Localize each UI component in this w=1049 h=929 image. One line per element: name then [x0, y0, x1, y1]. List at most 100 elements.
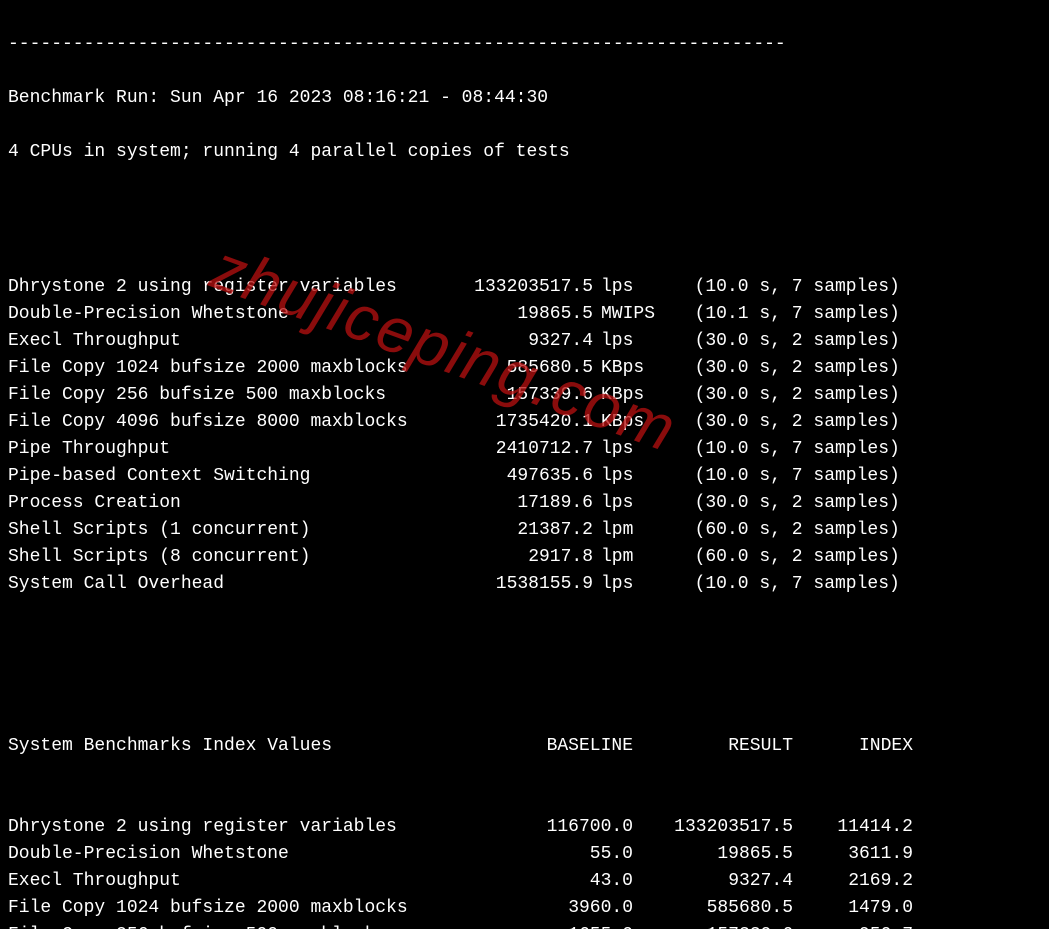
result-name: Double-Precision Whetstone [8, 301, 443, 328]
result-samples: 2 samples) [781, 382, 900, 409]
result-name: Pipe-based Context Switching [8, 463, 443, 490]
benchmark-run-line: Benchmark Run: Sun Apr 16 2023 08:16:21 … [8, 85, 1041, 112]
index-index: 2169.2 [793, 868, 913, 895]
result-samples: 2 samples) [781, 517, 900, 544]
terminal-output: ----------------------------------------… [0, 0, 1049, 929]
index-row: File Copy 1024 bufsize 2000 maxblocks396… [8, 895, 1041, 922]
result-value: 157339.6 [443, 382, 593, 409]
result-samples: 2 samples) [781, 544, 900, 571]
result-row: Process Creation17189.6lps(30.0 s, 2 sam… [8, 490, 1041, 517]
index-row: Double-Precision Whetstone55.019865.5361… [8, 841, 1041, 868]
index-block: Dhrystone 2 using register variables1167… [8, 814, 1041, 929]
result-row: Pipe Throughput2410712.7lps(10.0 s, 7 sa… [8, 436, 1041, 463]
result-timing: (10.1 s, [661, 301, 781, 328]
index-header-index: INDEX [793, 733, 913, 760]
result-samples: 7 samples) [781, 301, 900, 328]
result-timing: (10.0 s, [661, 436, 781, 463]
result-value: 2917.8 [443, 544, 593, 571]
result-name: Process Creation [8, 490, 443, 517]
index-result: 585680.5 [633, 895, 793, 922]
result-timing: (30.0 s, [661, 409, 781, 436]
index-baseline: 1655.0 [468, 922, 633, 929]
result-unit: lps [593, 436, 661, 463]
result-value: 2410712.7 [443, 436, 593, 463]
result-samples: 2 samples) [781, 490, 900, 517]
index-result: 19865.5 [633, 841, 793, 868]
result-row: File Copy 1024 bufsize 2000 maxblocks585… [8, 355, 1041, 382]
blank-line [8, 652, 1041, 679]
result-samples: 2 samples) [781, 409, 900, 436]
result-timing: (30.0 s, [661, 328, 781, 355]
cpu-info-line: 4 CPUs in system; running 4 parallel cop… [8, 139, 1041, 166]
result-value: 133203517.5 [443, 274, 593, 301]
result-unit: lps [593, 274, 661, 301]
index-row: File Copy 256 bufsize 500 maxblocks1655.… [8, 922, 1041, 929]
result-row: Dhrystone 2 using register variables1332… [8, 274, 1041, 301]
result-samples: 2 samples) [781, 328, 900, 355]
index-header-baseline: BASELINE [468, 733, 633, 760]
result-row: Shell Scripts (8 concurrent)2917.8lpm(60… [8, 544, 1041, 571]
result-unit: KBps [593, 409, 661, 436]
index-baseline: 43.0 [468, 868, 633, 895]
index-name: File Copy 1024 bufsize 2000 maxblocks [8, 895, 468, 922]
result-timing: (10.0 s, [661, 571, 781, 598]
result-name: File Copy 256 bufsize 500 maxblocks [8, 382, 443, 409]
result-unit: lps [593, 463, 661, 490]
result-row: Pipe-based Context Switching497635.6lps(… [8, 463, 1041, 490]
index-index: 1479.0 [793, 895, 913, 922]
result-name: Shell Scripts (8 concurrent) [8, 544, 443, 571]
index-result: 133203517.5 [633, 814, 793, 841]
index-index: 950.7 [793, 922, 913, 929]
index-result: 157339.6 [633, 922, 793, 929]
result-timing: (10.0 s, [661, 274, 781, 301]
result-value: 17189.6 [443, 490, 593, 517]
index-name: Execl Throughput [8, 868, 468, 895]
result-unit: lps [593, 490, 661, 517]
result-samples: 7 samples) [781, 463, 900, 490]
result-timing: (10.0 s, [661, 463, 781, 490]
result-name: Pipe Throughput [8, 436, 443, 463]
blank-line [8, 193, 1041, 220]
index-index: 3611.9 [793, 841, 913, 868]
result-row: Shell Scripts (1 concurrent)21387.2lpm(6… [8, 517, 1041, 544]
result-value: 1538155.9 [443, 571, 593, 598]
index-baseline: 116700.0 [468, 814, 633, 841]
result-samples: 2 samples) [781, 355, 900, 382]
result-value: 9327.4 [443, 328, 593, 355]
result-timing: (30.0 s, [661, 382, 781, 409]
result-timing: (30.0 s, [661, 355, 781, 382]
separator-line: ----------------------------------------… [8, 31, 1041, 58]
index-header-name: System Benchmarks Index Values [8, 733, 468, 760]
result-value: 585680.5 [443, 355, 593, 382]
index-name: File Copy 256 bufsize 500 maxblocks [8, 922, 468, 929]
result-unit: lpm [593, 544, 661, 571]
result-unit: KBps [593, 355, 661, 382]
result-unit: lpm [593, 517, 661, 544]
result-row: File Copy 4096 bufsize 8000 maxblocks173… [8, 409, 1041, 436]
index-header-result: RESULT [633, 733, 793, 760]
result-row: Double-Precision Whetstone19865.5MWIPS(1… [8, 301, 1041, 328]
result-name: Shell Scripts (1 concurrent) [8, 517, 443, 544]
result-timing: (30.0 s, [661, 490, 781, 517]
index-index: 11414.2 [793, 814, 913, 841]
result-row: System Call Overhead1538155.9lps(10.0 s,… [8, 571, 1041, 598]
result-samples: 7 samples) [781, 571, 900, 598]
index-header-row: System Benchmarks Index Values BASELINE … [8, 733, 1041, 760]
results-block: Dhrystone 2 using register variables1332… [8, 274, 1041, 598]
index-row: Dhrystone 2 using register variables1167… [8, 814, 1041, 841]
index-name: Double-Precision Whetstone [8, 841, 468, 868]
result-value: 21387.2 [443, 517, 593, 544]
result-samples: 7 samples) [781, 274, 900, 301]
result-name: File Copy 1024 bufsize 2000 maxblocks [8, 355, 443, 382]
index-row: Execl Throughput43.09327.42169.2 [8, 868, 1041, 895]
result-value: 19865.5 [443, 301, 593, 328]
result-timing: (60.0 s, [661, 517, 781, 544]
result-row: File Copy 256 bufsize 500 maxblocks15733… [8, 382, 1041, 409]
index-baseline: 55.0 [468, 841, 633, 868]
result-unit: MWIPS [593, 301, 661, 328]
result-unit: lps [593, 328, 661, 355]
result-name: Execl Throughput [8, 328, 443, 355]
result-value: 1735420.1 [443, 409, 593, 436]
result-timing: (60.0 s, [661, 544, 781, 571]
index-name: Dhrystone 2 using register variables [8, 814, 468, 841]
